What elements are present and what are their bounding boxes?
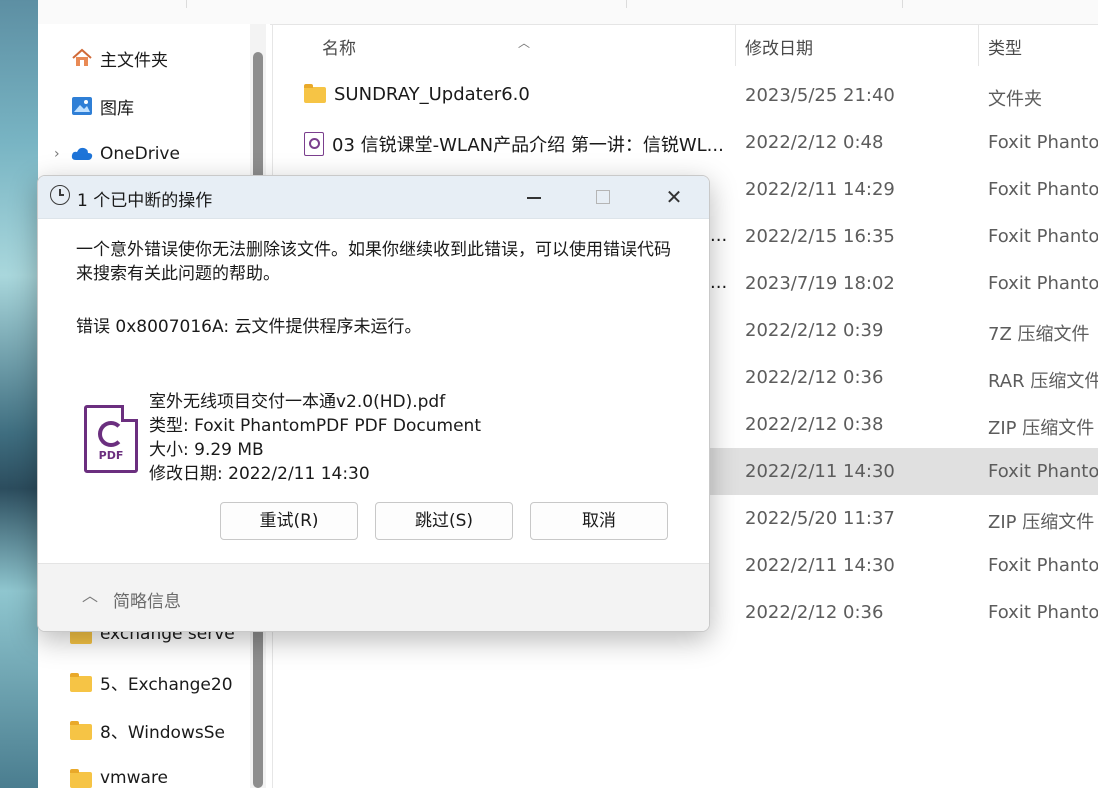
file-date: 2023/7/19 18:02 [745,273,895,294]
file-type: 类型: Foxit PhantomPDF PDF Document [149,416,481,436]
column-header-date[interactable]: 修改日期 [745,34,813,59]
file-name: 室外无线项目交付一本通v2.0(HD).pdf [149,392,446,412]
file-date: 2022/2/12 0:36 [745,367,884,388]
file-name: SUNDRAY_Updater6.0 [334,84,530,105]
nav-label-folder: 8、WindowsSe [100,722,225,743]
file-type: 文件夹 [988,89,1042,110]
error-message: 一个意外错误使你无法删除该文件。如果你继续收到此错误，可以使用错误代码来搜索有关… [76,240,671,284]
file-type: 7Z 压缩文件 [988,324,1090,345]
file-date: 2022/2/15 16:35 [745,226,895,247]
file-type: Foxit Phanton [988,602,1098,623]
nav-label-folder: 5、Exchange20 [100,674,233,695]
column-header-row: ︿ 名称 修改日期 类型 [274,24,1098,66]
file-date: 2022/2/11 14:30 [745,555,895,576]
file-type: Foxit Phanton [988,179,1098,200]
close-icon: ✕ [665,185,683,209]
file-name: 03 信锐课堂-WLAN产品介绍 第一讲：信锐WL... [332,135,724,156]
dialog-footer: ︿ 简略信息 [38,563,709,631]
file-date: 2022/2/11 14:30 [745,461,895,482]
file-date: 2023/5/25 21:40 [745,85,895,106]
error-code: 错误 0x8007016A: 云文件提供程序未运行。 [76,317,422,337]
nav-item-folder[interactable]: vmware [38,760,250,796]
file-date: 2022/2/11 14:29 [745,179,895,200]
cloud-icon [70,142,94,166]
toolbar-strip [38,0,1098,25]
file-modified: 修改日期: 2022/2/11 14:30 [149,464,370,484]
retry-button[interactable]: 重试(R) [220,502,358,540]
close-button[interactable]: ✕ [644,176,704,218]
skip-button[interactable]: 跳过(S) [375,502,513,540]
file-date: 2022/5/20 11:37 [745,508,895,529]
nav-label-onedrive: OneDrive [100,144,180,164]
nav-item-gallery[interactable]: 图库 [38,88,250,124]
dialog-title-bar[interactable]: 1 个已中断的操作 ✕ [38,176,709,219]
pdf-icon-label: PDF [98,449,124,462]
folder-icon [70,718,94,742]
chevron-up-icon[interactable]: ︿ [82,582,98,606]
interrupted-operation-dialog: 1 个已中断的操作 ✕ 一个意外错误使你无法删除该文件。如果你继续收到此错误，可… [37,175,710,632]
nav-item-folder[interactable]: 5、Exchange20 [38,664,250,700]
file-size: 大小: 9.29 MB [149,440,264,460]
clock-icon [50,185,70,205]
fewer-details-toggle[interactable]: 简略信息 [113,587,181,612]
file-type: RAR 压缩文件 [988,371,1098,392]
column-header-name[interactable]: 名称 [322,34,356,59]
file-date: 2022/2/12 0:36 [745,602,884,623]
file-type: ZIP 压缩文件 [988,512,1095,533]
nav-item-folder[interactable]: 8、WindowsSe [38,712,250,748]
file-row[interactable]: SUNDRAY_Updater6.0 2023/5/25 21:40 文件夹 [274,72,1098,119]
file-type: ZIP 压缩文件 [988,418,1095,439]
file-type: Foxit Phanton [988,273,1098,294]
nav-item-onedrive[interactable]: › OneDrive [38,136,250,172]
file-row[interactable]: 03 信锐课堂-WLAN产品介绍 第一讲：信锐WL... 2022/2/12 0… [274,119,1098,166]
file-date: 2022/2/12 0:39 [745,320,884,341]
minimize-button[interactable] [505,176,565,218]
desktop-background [0,0,38,788]
pdf-file-icon [304,132,324,156]
home-icon [70,46,94,70]
dialog-title: 1 个已中断的操作 [77,191,213,211]
column-header-type[interactable]: 类型 [988,34,1022,59]
folder-icon [70,670,94,694]
maximize-button [573,176,633,218]
maximize-icon [596,190,610,204]
folder-icon [304,83,326,103]
file-date: 2022/2/12 0:48 [745,132,884,153]
pdf-file-icon: PDF [84,405,138,473]
file-name: ... [710,225,728,246]
file-date: 2022/2/12 0:38 [745,414,884,435]
file-details: 室外无线项目交付一本通v2.0(HD).pdf 类型: Foxit Phanto… [149,390,481,486]
file-name: ... [710,272,728,293]
cancel-button[interactable]: 取消 [530,502,668,540]
minimize-icon [527,197,541,199]
file-type: Foxit Phanton [988,461,1098,482]
nav-label-home: 主文件夹 [100,50,168,71]
gallery-icon [70,94,94,118]
nav-label-gallery: 图库 [100,98,134,119]
file-type: Foxit Phanton [988,226,1098,247]
file-type: Foxit Phanton [988,132,1098,153]
folder-icon [70,766,94,790]
sort-ascending-icon: ︿ [518,36,531,50]
chevron-right-icon[interactable]: › [54,146,70,162]
nav-item-home[interactable]: 主文件夹 [38,40,250,76]
file-type: Foxit Phanton [988,555,1098,576]
nav-label-folder: vmware [100,768,169,788]
